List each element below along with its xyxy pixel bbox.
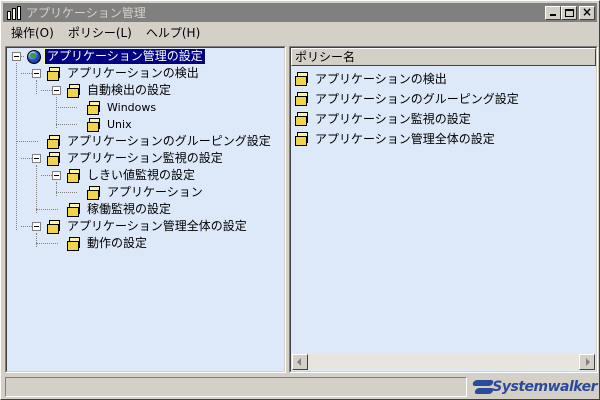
minimize-icon xyxy=(550,13,556,16)
folder-icon xyxy=(46,219,62,235)
title-bar[interactable]: アプリケーション管理 × xyxy=(3,3,597,22)
list-item[interactable]: アプリケーション管理全体の設定 xyxy=(294,129,497,149)
systemwalker-logo: Systemwalker xyxy=(471,376,597,398)
tree-node-label: 自動検出の設定 xyxy=(87,83,172,97)
tree-node-label: アプリケーション監視の設定 xyxy=(67,151,223,165)
tree-node-behavior[interactable]: 動作の設定 xyxy=(66,235,149,252)
folder-icon xyxy=(66,236,82,252)
collapse-toggle[interactable] xyxy=(32,154,41,163)
tree-line xyxy=(36,209,58,210)
collapse-toggle[interactable] xyxy=(12,52,21,61)
tree-line xyxy=(56,107,77,108)
tree-node-unix[interactable]: Unix xyxy=(86,116,134,133)
folder-icon xyxy=(86,117,102,133)
minimize-button[interactable] xyxy=(545,5,561,20)
folder-icon xyxy=(294,111,310,127)
column-header-policy-name[interactable]: ポリシー名 xyxy=(291,48,596,66)
menu-bar: 操作(O) ポリシー(L) ヘルプ(H) xyxy=(3,23,597,42)
list-item-label: アプリケーションのグルーピング設定 xyxy=(315,91,519,106)
status-bar: Systemwalker xyxy=(5,376,598,398)
globe-icon xyxy=(26,49,42,65)
folder-icon xyxy=(294,91,310,107)
list-item-label: アプリケーション管理全体の設定 xyxy=(315,131,495,146)
folder-icon xyxy=(46,134,62,150)
menu-help[interactable]: ヘルプ(H) xyxy=(139,24,207,41)
maximize-button[interactable] xyxy=(561,5,577,20)
app-icon xyxy=(6,5,22,21)
tree-node-overall[interactable]: アプリケーション管理全体の設定 xyxy=(46,218,249,235)
tree-node-label: 動作の設定 xyxy=(87,236,148,250)
arrow-left-icon xyxy=(297,358,301,366)
tree-node-label: アプリケーション管理の設定 xyxy=(44,48,206,65)
maximize-icon xyxy=(565,8,574,17)
tree-node-root[interactable]: アプリケーション管理の設定 xyxy=(26,48,206,65)
tree-node-grouping[interactable]: アプリケーションのグルーピング設定 xyxy=(46,133,273,150)
collapse-toggle[interactable] xyxy=(52,171,61,180)
tree-node-auto-detect[interactable]: 自動検出の設定 xyxy=(66,82,173,99)
scroll-right-button[interactable] xyxy=(579,354,595,370)
folder-icon xyxy=(66,83,82,99)
tree-line xyxy=(36,243,58,244)
tree-line xyxy=(56,192,77,193)
collapse-toggle[interactable] xyxy=(32,222,41,231)
list-item-label: アプリケーション監視の設定 xyxy=(315,111,471,126)
window-title: アプリケーション管理 xyxy=(26,6,146,20)
brand-name: Systemwalker xyxy=(492,379,597,395)
tree-node-label: アプリケーションのグルーピング設定 xyxy=(67,134,271,148)
status-text xyxy=(5,377,467,397)
tree-line xyxy=(36,165,37,213)
tree-line xyxy=(36,80,37,94)
folder-icon xyxy=(46,151,62,167)
policy-tree-pane[interactable]: アプリケーション管理の設定 アプリケーションの検出 自動検出の設定 Window… xyxy=(5,46,286,373)
tree-node-label: しきい値監視の設定 xyxy=(87,168,196,182)
folder-icon xyxy=(294,71,310,87)
tree-line xyxy=(56,124,77,125)
tree-line xyxy=(56,182,57,196)
close-button[interactable]: × xyxy=(579,4,595,20)
folder-icon xyxy=(46,66,62,82)
tree-line xyxy=(36,233,37,247)
tree-node-threshold[interactable]: しきい値監視の設定 xyxy=(66,167,197,184)
folder-icon xyxy=(294,131,310,147)
tree-node-label: 稼働監視の設定 xyxy=(87,202,172,216)
scroll-left-button[interactable] xyxy=(292,354,308,370)
collapse-toggle[interactable] xyxy=(32,69,41,78)
tree-node-detect[interactable]: アプリケーションの検出 xyxy=(46,65,201,82)
tree-node-monitor[interactable]: アプリケーション監視の設定 xyxy=(46,150,225,167)
menu-operation[interactable]: 操作(O) xyxy=(3,24,61,41)
folder-icon xyxy=(86,100,102,116)
tree-node-uptime[interactable]: 稼働監視の設定 xyxy=(66,201,173,218)
menu-policy[interactable]: ポリシー(L) xyxy=(61,24,139,41)
tree-line xyxy=(16,141,38,142)
tree-node-label: アプリケーション xyxy=(107,185,203,199)
tree-node-label: アプリケーション管理全体の設定 xyxy=(67,219,247,233)
tree-node-application[interactable]: アプリケーション xyxy=(86,184,205,201)
close-icon: × xyxy=(581,4,593,19)
window-controls: × xyxy=(545,4,595,20)
horizontal-scrollbar[interactable] xyxy=(292,354,595,370)
list-item[interactable]: アプリケーション監視の設定 xyxy=(294,109,473,129)
list-item-label: アプリケーションの検出 xyxy=(315,71,447,86)
list-item[interactable]: アプリケーションの検出 xyxy=(294,69,449,89)
collapse-toggle[interactable] xyxy=(52,86,61,95)
app-window: アプリケーション管理 × 操作(O) ポリシー(L) ヘルプ(H) アプリケーシ… xyxy=(0,0,600,400)
tree-node-windows[interactable]: Windows xyxy=(86,99,158,116)
policy-list-pane[interactable]: ポリシー名 アプリケーションの検出 アプリケーションのグルーピング設定 アプリケ… xyxy=(289,46,598,373)
tree-node-label: Windows xyxy=(107,101,157,114)
folder-icon xyxy=(66,202,82,218)
tree-node-label: Unix xyxy=(107,118,132,131)
arrow-right-icon xyxy=(586,358,590,366)
tree-line xyxy=(16,63,17,230)
folder-icon xyxy=(86,185,102,201)
logo-icon xyxy=(471,378,495,396)
tree-node-label: アプリケーションの検出 xyxy=(67,66,199,80)
folder-icon xyxy=(66,168,82,184)
list-item[interactable]: アプリケーションのグルーピング設定 xyxy=(294,89,521,109)
